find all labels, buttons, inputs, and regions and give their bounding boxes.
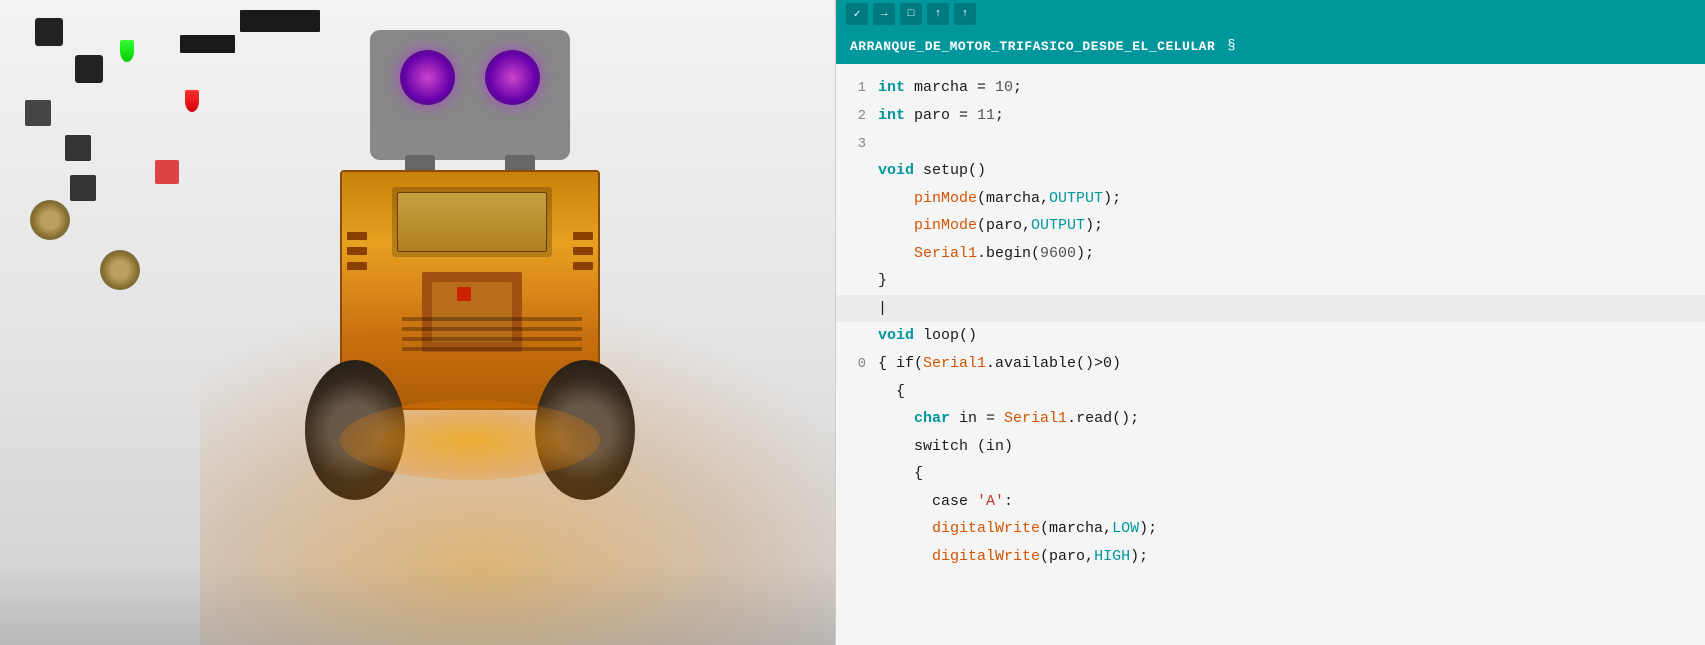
- code-line-open-if: {: [836, 378, 1705, 406]
- robot-body-inner: [397, 192, 547, 252]
- filename: ARRANQUE_DE_MOTOR_TRIFASICO_DESDE_EL_CEL…: [850, 39, 1215, 54]
- robot-slot-1: [347, 232, 367, 240]
- code-line-serial: Serial1.begin(9600);: [836, 240, 1705, 268]
- code-text-open-switch: {: [878, 461, 923, 487]
- code-line-1: 1 int marcha = 10;: [836, 74, 1705, 102]
- code-line-char: char in = Serial1.read();: [836, 405, 1705, 433]
- component-button-1: [35, 18, 63, 46]
- code-text-open-if: {: [878, 379, 905, 405]
- toolbar-upload-icon[interactable]: →: [873, 3, 895, 25]
- component-ic-1: [180, 35, 235, 53]
- code-text-3: [878, 131, 887, 157]
- section-symbol: §: [1227, 38, 1235, 54]
- file-tab[interactable]: ARRANQUE_DE_MOTOR_TRIFASICO_DESDE_EL_CEL…: [836, 28, 1705, 64]
- code-text-serial: Serial1.begin(9600);: [878, 241, 1094, 267]
- code-line-close-setup: }: [836, 267, 1705, 295]
- code-line-open-switch: {: [836, 460, 1705, 488]
- code-text-loop: void loop(): [878, 323, 977, 349]
- code-text-if: { if(Serial1.available()>0): [878, 351, 1121, 377]
- robot-eye-left: [400, 50, 455, 105]
- robot-slot-6: [573, 262, 593, 270]
- robot-head: [370, 30, 570, 160]
- robot-slot-4: [573, 232, 593, 240]
- robot-glow: [340, 400, 600, 480]
- code-line-pinmode2: pinMode(paro,OUTPUT);: [836, 212, 1705, 240]
- code-line-3: 3: [836, 130, 1705, 158]
- component-button-2: [75, 55, 103, 83]
- robot-red-indicator: [457, 287, 471, 301]
- line-num-if: 0: [844, 353, 866, 377]
- component-led-red: [185, 90, 199, 112]
- code-line-dw2: digitalWrite(paro,HIGH);: [836, 543, 1705, 571]
- code-body[interactable]: 1 int marcha = 10; 2 int paro = 11; 3 vo…: [836, 64, 1705, 645]
- robot-eye-right: [485, 50, 540, 105]
- toolbar-open-icon[interactable]: ↑: [927, 3, 949, 25]
- floor-shadow: [0, 565, 840, 645]
- code-line-setup: void setup(): [836, 157, 1705, 185]
- code-text-switch: switch (in): [878, 434, 1013, 460]
- code-text-dw1: digitalWrite(marcha,LOW);: [878, 516, 1157, 542]
- code-text-dw2: digitalWrite(paro,HIGH);: [878, 544, 1148, 570]
- toolbar: ✓ → □ ↑ ↑: [836, 0, 1705, 28]
- toolbar-new-icon[interactable]: □: [900, 3, 922, 25]
- code-text-setup: void setup(): [878, 158, 986, 184]
- code-line-case: case 'A':: [836, 488, 1705, 516]
- component-led-green: [120, 40, 134, 62]
- code-text-case: case 'A':: [878, 489, 1013, 515]
- code-line-dw1: digitalWrite(marcha,LOW);: [836, 515, 1705, 543]
- code-line-pinmode1: pinMode(marcha,OUTPUT);: [836, 185, 1705, 213]
- line-num-3: 3: [844, 133, 866, 157]
- toolbar-verify-icon[interactable]: ✓: [846, 3, 868, 25]
- component-button-3: [25, 100, 51, 126]
- code-line-cursor: |: [836, 295, 1705, 323]
- code-text-close-setup: }: [878, 268, 887, 294]
- line-num-2: 2: [844, 105, 866, 129]
- component-button-4: [65, 135, 91, 161]
- component-pot-2: [100, 250, 140, 290]
- code-line-2: 2 int paro = 11;: [836, 102, 1705, 130]
- code-text-pinmode1: pinMode(marcha,OUTPUT);: [878, 186, 1121, 212]
- robot-slot-3: [347, 262, 367, 270]
- component-button-5: [70, 175, 96, 201]
- robot-grille: [402, 317, 582, 377]
- line-num-1: 1: [844, 77, 866, 101]
- code-text-char: char in = Serial1.read();: [878, 406, 1139, 432]
- code-line-switch: switch (in): [836, 433, 1705, 461]
- background-area: [0, 0, 840, 645]
- code-line-if: 0 { if(Serial1.available()>0): [836, 350, 1705, 378]
- component-pot-1: [30, 200, 70, 240]
- robot-slot-2: [347, 247, 367, 255]
- code-text-pinmode2: pinMode(paro,OUTPUT);: [878, 213, 1103, 239]
- code-line-loop: void loop(): [836, 322, 1705, 350]
- code-text-1: int marcha = 10;: [878, 75, 1022, 101]
- code-editor[interactable]: ✓ → □ ↑ ↑ ARRANQUE_DE_MOTOR_TRIFASICO_DE…: [835, 0, 1705, 645]
- component-ic-2: [240, 10, 320, 32]
- component-button-red: [155, 160, 179, 184]
- main-container: ✓ → □ ↑ ↑ ARRANQUE_DE_MOTOR_TRIFASICO_DE…: [0, 0, 1705, 645]
- toolbar-save-icon[interactable]: ↑: [954, 3, 976, 25]
- robot: [320, 30, 620, 610]
- code-text-2: int paro = 11;: [878, 103, 1004, 129]
- code-text-cursor: |: [878, 296, 887, 322]
- robot-slot-5: [573, 247, 593, 255]
